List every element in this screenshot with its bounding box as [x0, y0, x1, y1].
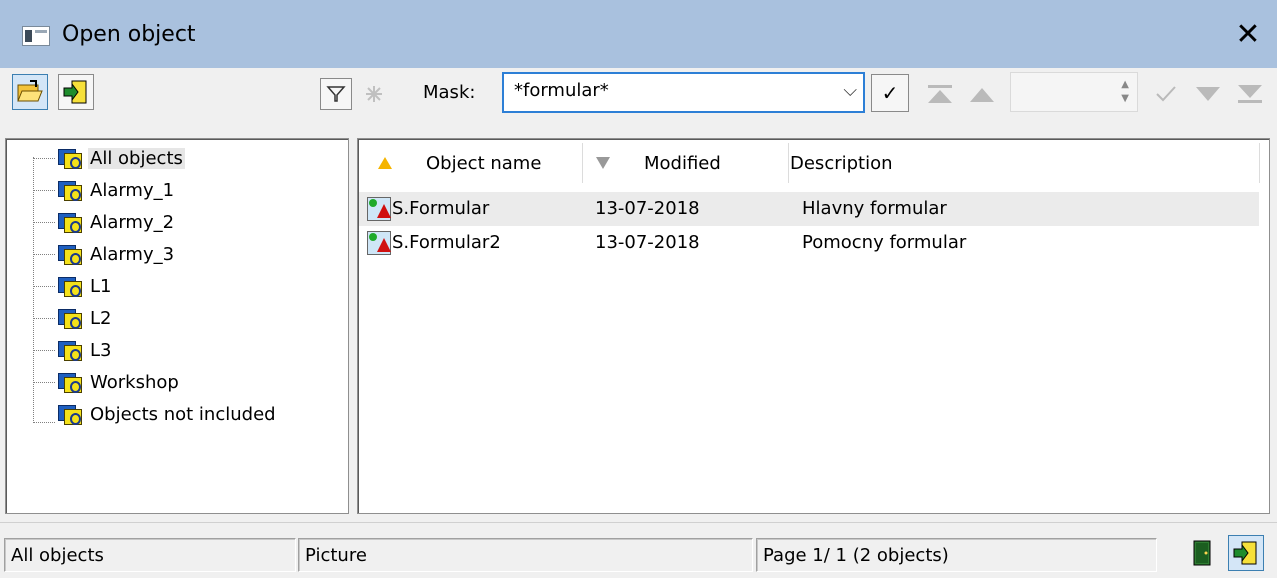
modified-cell: 13-07-2018	[595, 232, 700, 253]
door-icon	[1193, 540, 1211, 566]
tree-item-label: All objects	[88, 147, 185, 169]
tree-branch	[33, 286, 55, 287]
clear-filter-icon	[366, 86, 382, 102]
tree-item-objects-not-included[interactable]: Objects not included	[58, 399, 278, 429]
first-page-button[interactable]	[922, 76, 958, 112]
object-name-cell: S.Formular2	[392, 232, 501, 253]
column-header-label: Object name	[426, 152, 542, 174]
tree-item-l2[interactable]: L2	[58, 303, 113, 333]
object-group-icon	[58, 243, 82, 265]
status-page: Page 1/ 1 (2 objects)	[756, 538, 1157, 572]
tree-item-alarmy-1[interactable]: Alarmy_1	[58, 175, 176, 205]
title-bar: Open object ✕	[0, 0, 1277, 68]
first-page-icon	[928, 85, 952, 103]
column-header-modified[interactable]: Modified	[594, 139, 788, 187]
tree-item-label: L3	[90, 339, 112, 361]
page-spinner[interactable]: ▲ ▼	[1010, 72, 1138, 112]
close-button[interactable]: ✕	[1228, 14, 1268, 54]
open-folder-icon	[17, 80, 43, 102]
tree-connector	[33, 157, 34, 423]
table-row[interactable]: S.Formular2 13-07-2018 Pomocny formular	[359, 226, 1259, 260]
tree-item-label: Objects not included	[90, 403, 276, 425]
column-header-description[interactable]: Description	[790, 139, 1260, 187]
window-title: Open object	[62, 22, 196, 47]
tree-item-label: L2	[90, 307, 112, 329]
check-icon	[1156, 86, 1176, 102]
object-group-icon	[58, 211, 82, 233]
prev-page-icon	[970, 88, 994, 102]
close-dialog-button[interactable]	[1184, 535, 1220, 571]
apply-mask-button[interactable]: ✓	[871, 74, 909, 112]
mask-combobox[interactable]: *formular* ⌵	[502, 72, 865, 113]
exit-door-icon	[63, 80, 87, 104]
table-row[interactable]: S.Formular 13-07-2018 Hlavny formular	[359, 192, 1259, 226]
sort-descending-icon	[596, 157, 610, 169]
tree-item-workshop[interactable]: Workshop	[58, 367, 181, 397]
spin-up-icon[interactable]: ▲	[1121, 79, 1129, 90]
object-group-icon	[58, 371, 82, 393]
status-group: All objects	[4, 538, 296, 572]
clear-filter-button[interactable]	[358, 78, 390, 110]
tree-item-all-objects[interactable]: All objects	[58, 143, 185, 173]
open-selected-button[interactable]	[1228, 535, 1264, 571]
column-divider[interactable]	[582, 143, 583, 183]
modified-cell: 13-07-2018	[595, 198, 700, 219]
tree-branch	[33, 318, 55, 319]
tree-branch	[33, 158, 55, 159]
confirm-page-button[interactable]	[1148, 76, 1184, 112]
column-header-label: Modified	[644, 152, 721, 174]
status-bar: All objects Picture Page 1/ 1 (2 objects…	[0, 528, 1277, 578]
window-icon	[22, 26, 50, 46]
tree-item-label: L1	[90, 275, 112, 297]
tree-branch	[33, 422, 55, 423]
object-group-icon	[58, 307, 82, 329]
object-list[interactable]: Object name Modified Description S.Formu…	[357, 138, 1270, 514]
column-header-label: Description	[790, 152, 893, 174]
tree-item-l1[interactable]: L1	[58, 271, 113, 301]
tree-item-alarmy-2[interactable]: Alarmy_2	[58, 207, 176, 237]
tree-item-label: Workshop	[90, 371, 179, 393]
chevron-down-icon[interactable]: ⌵	[843, 80, 857, 101]
column-divider[interactable]	[1259, 143, 1260, 183]
object-group-icon	[58, 275, 82, 297]
tree-branch	[33, 222, 55, 223]
group-tree[interactable]: All objects Alarmy_1 Alarmy_2 Alarmy_3 L…	[5, 138, 349, 514]
object-group-icon	[58, 339, 82, 361]
tree-branch	[33, 254, 55, 255]
tree-item-alarmy-3[interactable]: Alarmy_3	[58, 239, 176, 269]
object-group-icon	[58, 179, 82, 201]
filter-icon	[326, 86, 346, 102]
object-group-icon	[58, 147, 82, 169]
status-separator	[0, 522, 1277, 523]
tree-item-label: Alarmy_2	[90, 211, 175, 233]
description-cell: Pomocny formular	[802, 232, 967, 253]
tree-item-label: Alarmy_1	[90, 179, 175, 201]
next-page-icon	[1196, 87, 1220, 101]
tree-branch	[33, 190, 55, 191]
filter-button[interactable]	[320, 78, 352, 110]
picture-icon	[367, 197, 391, 221]
column-header-object-name[interactable]: Object name	[376, 139, 582, 187]
tree-branch	[33, 382, 55, 383]
spin-down-icon[interactable]: ▼	[1121, 93, 1129, 104]
mask-label: Mask:	[423, 82, 476, 103]
object-group-icon	[58, 403, 82, 425]
tree-item-l3[interactable]: L3	[58, 335, 113, 365]
last-page-icon	[1238, 85, 1262, 103]
tree-item-label: Alarmy_3	[90, 243, 175, 265]
next-page-button[interactable]	[1190, 76, 1226, 112]
exit-button[interactable]	[58, 74, 94, 110]
exit-door-icon	[1233, 541, 1257, 565]
column-divider[interactable]	[788, 143, 789, 183]
sort-ascending-icon	[378, 157, 392, 169]
mask-value: *formular*	[514, 80, 609, 101]
prev-page-button[interactable]	[964, 76, 1000, 112]
object-name-cell: S.Formular	[392, 198, 490, 219]
open-button[interactable]	[12, 74, 48, 110]
picture-icon	[367, 231, 391, 255]
status-type: Picture	[298, 538, 753, 572]
tree-branch	[33, 350, 55, 351]
description-cell: Hlavny formular	[802, 198, 947, 219]
last-page-button[interactable]	[1232, 76, 1268, 112]
